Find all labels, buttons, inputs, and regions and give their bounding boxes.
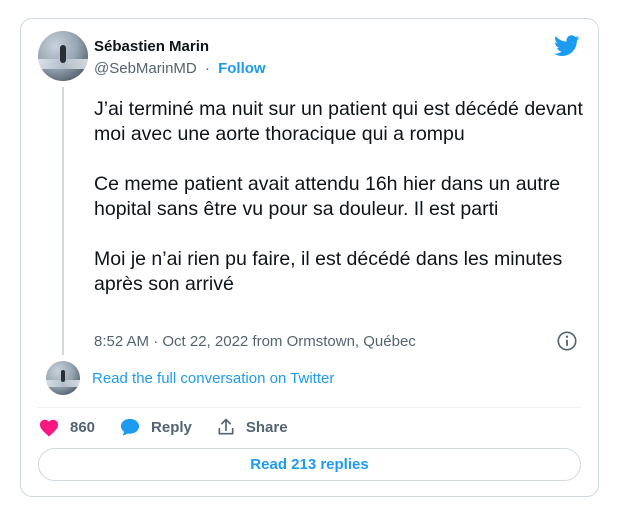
share-label: Share	[245, 418, 288, 436]
tweet-card: Sébastien Marin @SebMarinMD · Follow J’a…	[20, 18, 599, 497]
tweet-paragraph: J’ai terminé ma nuit sur un patient qui …	[94, 98, 583, 145]
separator-dot: ·	[204, 60, 210, 77]
speech-bubble-icon	[120, 418, 140, 436]
conversation-avatar	[46, 361, 80, 395]
action-bar: 860 Reply Share	[38, 416, 312, 438]
tweet-paragraph: Moi je n’ai rien pu faire, il est décédé…	[94, 248, 563, 295]
read-conversation-link[interactable]: Read the full conversation on Twitter	[92, 370, 334, 387]
follow-link[interactable]: Follow	[218, 60, 266, 77]
thread-line	[62, 87, 64, 355]
reply-label: Reply	[151, 418, 192, 436]
share-button[interactable]: Share	[216, 417, 288, 437]
author-handle[interactable]: @SebMarinMD	[94, 60, 197, 77]
author-name[interactable]: Sébastien Marin	[94, 38, 209, 55]
like-count: 860	[70, 418, 96, 436]
tweet-paragraph: Ce meme patient avait attendu 16h hier d…	[94, 173, 561, 220]
read-replies-button[interactable]: Read 213 replies	[38, 448, 581, 481]
divider	[37, 407, 582, 408]
like-button[interactable]: 860	[38, 417, 95, 437]
reply-button[interactable]: Reply	[119, 417, 192, 437]
info-icon[interactable]	[556, 330, 578, 352]
author-avatar[interactable]	[38, 31, 88, 81]
author-handle-row: @SebMarinMD · Follow	[94, 60, 266, 77]
twitter-bird-icon[interactable]	[554, 35, 580, 57]
share-upload-icon	[218, 418, 234, 435]
tweet-text: J’ai terminé ma nuit sur un patient qui …	[94, 97, 584, 297]
heart-icon	[39, 419, 59, 437]
tweet-timestamp[interactable]: 8:52 AM · Oct 22, 2022 from Ormstown, Qu…	[94, 333, 416, 350]
